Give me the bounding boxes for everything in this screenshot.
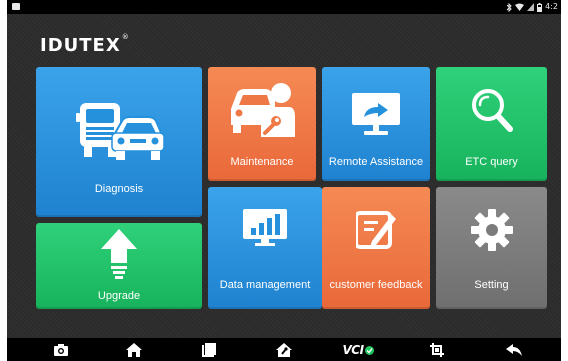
recent-apps-button[interactable]	[197, 341, 221, 359]
status-icons: 4:2	[506, 1, 558, 13]
vehicles-icon	[76, 103, 164, 160]
signal-icon	[527, 3, 535, 11]
remote-assistance-label: Remote Assistance	[328, 156, 424, 168]
customer-feedback-tile[interactable]: customer feedback	[322, 187, 430, 309]
maintenance-label: Maintenance	[230, 156, 294, 168]
navigation-bar: VCI	[7, 338, 561, 361]
bluetooth-icon	[506, 2, 512, 12]
wifi-icon	[515, 3, 525, 11]
camera-icon	[54, 344, 68, 356]
data-management-tile[interactable]: Data management	[208, 187, 322, 309]
mechanic-icon	[231, 83, 295, 137]
home-settings-icon	[276, 343, 292, 357]
data-management-label: Data management	[219, 279, 311, 291]
home-settings-button[interactable]	[272, 341, 296, 359]
home-icon	[126, 343, 142, 357]
diagnosis-label: Diagnosis	[94, 183, 144, 195]
brand-logo: IDUTEX®	[40, 33, 129, 56]
maintenance-tile[interactable]: Maintenance	[208, 67, 316, 181]
crop-icon	[430, 343, 444, 357]
notification-icon	[12, 3, 20, 10]
etc-query-label: ETC query	[465, 156, 518, 168]
search-icon	[472, 89, 513, 132]
upload-arrow-icon	[101, 229, 137, 279]
upgrade-label: Upgrade	[97, 290, 141, 302]
registered-mark: ®	[121, 33, 129, 41]
bar-chart-icon	[243, 209, 287, 246]
gear-icon	[471, 209, 513, 251]
vci-connected-icon	[364, 345, 374, 355]
status-time: 4:2	[545, 2, 558, 11]
diagnosis-tile[interactable]: Diagnosis	[36, 67, 202, 217]
status-bar: 4:2	[7, 0, 561, 14]
battery-icon	[537, 2, 543, 12]
recent-apps-icon	[202, 343, 216, 357]
brand-name: IDUTEX	[40, 35, 121, 56]
back-button[interactable]	[502, 341, 526, 359]
vci-label: VCI	[342, 343, 364, 357]
back-icon	[506, 344, 522, 356]
camera-button[interactable]	[49, 341, 73, 359]
home-screen: 4:2 IDUTEX® Diagnosis Maintenance Remote…	[7, 0, 561, 361]
feedback-edit-icon	[356, 211, 396, 249]
home-button[interactable]	[122, 341, 146, 359]
setting-label: Setting	[474, 279, 509, 291]
remote-assistance-tile[interactable]: Remote Assistance	[322, 67, 430, 181]
remote-screen-icon	[352, 93, 400, 135]
upgrade-tile[interactable]: Upgrade	[36, 223, 202, 309]
setting-tile[interactable]: Setting	[436, 187, 547, 309]
etc-query-tile[interactable]: ETC query	[436, 67, 547, 181]
vci-button[interactable]: VCI	[341, 341, 375, 359]
crop-button[interactable]	[425, 341, 449, 359]
customer-feedback-label: customer feedback	[329, 279, 423, 291]
